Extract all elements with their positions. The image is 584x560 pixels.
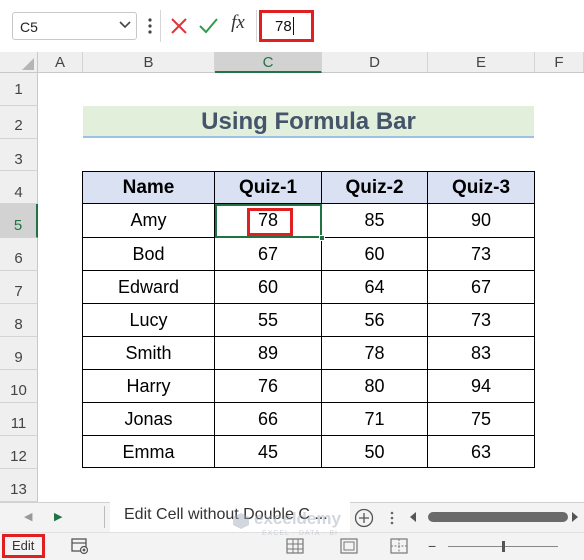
row-header[interactable]: 10: [0, 370, 38, 403]
page-break-preview-icon[interactable]: [390, 538, 408, 554]
cancel-icon[interactable]: [168, 15, 190, 37]
table-cell-score[interactable]: 89: [215, 337, 322, 370]
table-header-cell[interactable]: Name: [83, 172, 215, 204]
row-header[interactable]: 1: [0, 73, 38, 106]
table-cell-score[interactable]: 85: [322, 204, 428, 238]
watermark-name: exceldemy: [254, 509, 341, 528]
column-header[interactable]: D: [322, 52, 428, 73]
zoom-slider-thumb[interactable]: [502, 541, 505, 552]
table-cell-score[interactable]: 75: [428, 403, 535, 436]
column-header-selected[interactable]: C: [215, 52, 322, 73]
sheet-title: Using Formula Bar: [83, 106, 534, 138]
table-cell-score[interactable]: 67: [428, 271, 535, 304]
row-header[interactable]: 12: [0, 436, 38, 469]
cell-highlight-box: [247, 208, 293, 236]
more-options-icon[interactable]: [146, 14, 154, 38]
table-cell-name[interactable]: Bod: [83, 238, 215, 271]
table-cell-score[interactable]: 64: [322, 271, 428, 304]
row-header[interactable]: 4: [0, 171, 38, 204]
enter-check-icon[interactable]: [197, 15, 219, 37]
row-header[interactable]: 8: [0, 304, 38, 337]
column-header[interactable]: B: [83, 52, 215, 73]
table-cell-score[interactable]: 50: [322, 436, 428, 468]
horizontal-scrollbar-thumb[interactable]: [428, 512, 568, 522]
table-cell-score[interactable]: 76: [215, 370, 322, 403]
table-cell-name[interactable]: Lucy: [83, 304, 215, 337]
previous-sheet-icon[interactable]: ◀: [24, 510, 38, 524]
row-header[interactable]: 3: [0, 139, 38, 171]
insert-function-button[interactable]: fx: [226, 12, 250, 38]
scroll-right-icon[interactable]: [570, 511, 580, 523]
status-highlight-box: [2, 534, 45, 558]
add-sheet-icon[interactable]: [354, 508, 374, 528]
table-cell-score[interactable]: 63: [428, 436, 535, 468]
zoom-out-icon[interactable]: −: [428, 538, 440, 554]
watermark-tagline: EXCEL · DATA · BI: [262, 530, 338, 537]
table-cell-score[interactable]: 60: [322, 238, 428, 271]
tab-options-icon[interactable]: [389, 510, 395, 526]
table-cell-score[interactable]: 94: [428, 370, 535, 403]
table-cell-name[interactable]: Emma: [83, 436, 215, 468]
table-cell-score[interactable]: 73: [428, 304, 535, 337]
table-cell-score[interactable]: 83: [428, 337, 535, 370]
table-cell-name[interactable]: Jonas: [83, 403, 215, 436]
table-cell-score[interactable]: 45: [215, 436, 322, 468]
table-cell-name[interactable]: Edward: [83, 271, 215, 304]
row-header-selected[interactable]: 5: [0, 204, 38, 238]
table-cell-score[interactable]: 66: [215, 403, 322, 436]
table-cell-score[interactable]: 67: [215, 238, 322, 271]
table-cell-score[interactable]: 80: [322, 370, 428, 403]
scroll-left-icon[interactable]: [408, 511, 418, 523]
table-cell-name[interactable]: Smith: [83, 337, 215, 370]
row-header[interactable]: 2: [0, 106, 38, 139]
table-cell-score[interactable]: 56: [322, 304, 428, 337]
table-cell-name[interactable]: Amy: [83, 204, 215, 238]
table-cell-score[interactable]: 78: [322, 337, 428, 370]
table-cell-score[interactable]: 60: [215, 271, 322, 304]
select-all-triangle-icon: [22, 58, 34, 70]
table-header-cell[interactable]: Quiz-2: [322, 172, 428, 204]
table-cell-name[interactable]: Harry: [83, 370, 215, 403]
page-layout-icon[interactable]: [340, 538, 358, 554]
column-header[interactable]: E: [428, 52, 535, 73]
macro-recorder-icon[interactable]: [70, 537, 90, 555]
fill-handle[interactable]: [319, 235, 325, 241]
exceldemy-logo-icon: [233, 513, 249, 529]
normal-view-icon[interactable]: [286, 538, 304, 554]
row-header[interactable]: 11: [0, 403, 38, 436]
tab-divider: [104, 506, 105, 528]
chevron-down-icon[interactable]: [118, 19, 132, 31]
table-cell-score[interactable]: 55: [215, 304, 322, 337]
row-header[interactable]: 7: [0, 271, 38, 304]
table-cell-score[interactable]: 71: [322, 403, 428, 436]
row-header[interactable]: 6: [0, 238, 38, 271]
table-cell-score[interactable]: 73: [428, 238, 535, 271]
table-header-cell[interactable]: Quiz-1: [215, 172, 322, 204]
column-header[interactable]: A: [38, 52, 83, 73]
formula-bar-divider: [160, 10, 161, 42]
next-sheet-icon[interactable]: ▶: [54, 510, 68, 524]
row-header[interactable]: 13: [0, 469, 38, 502]
column-header[interactable]: F: [535, 52, 584, 73]
table-header-cell[interactable]: Quiz-3: [428, 172, 535, 204]
row-header[interactable]: 9: [0, 337, 38, 370]
formula-highlight-box: [259, 10, 314, 42]
table-cell-score[interactable]: 90: [428, 204, 535, 238]
